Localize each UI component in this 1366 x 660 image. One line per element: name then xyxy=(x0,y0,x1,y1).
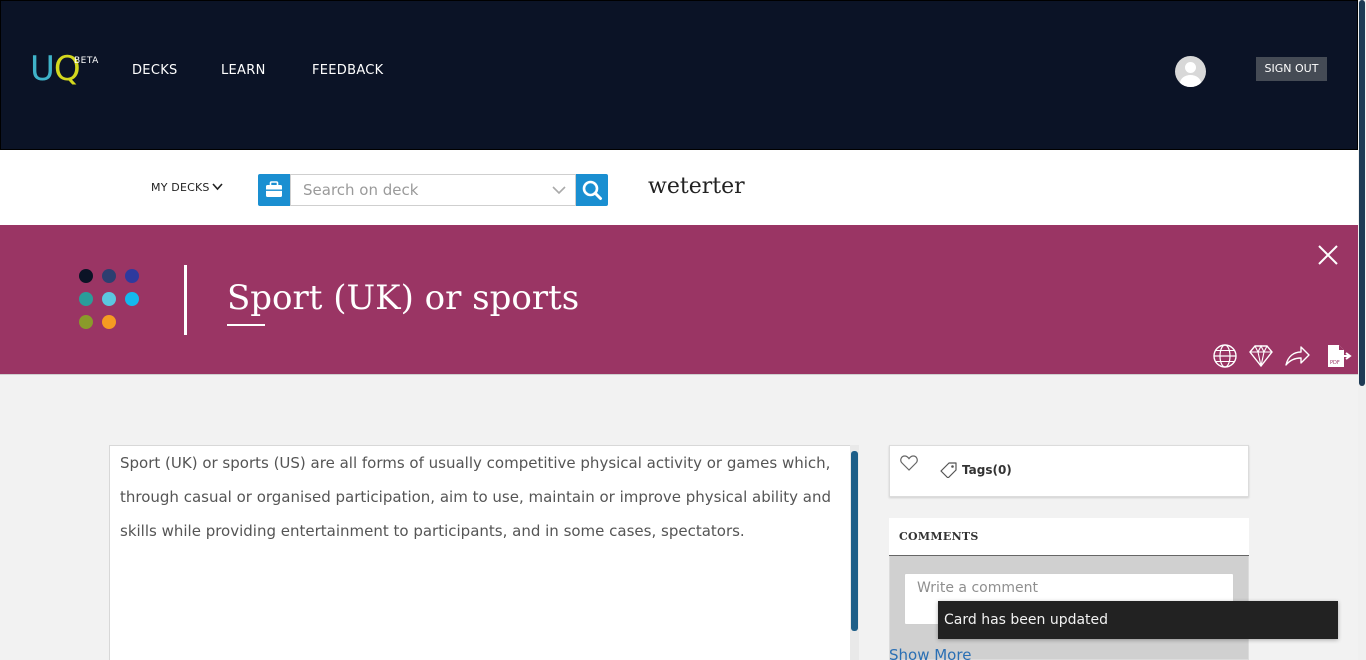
chevron-down-icon[interactable] xyxy=(552,185,566,195)
palette-dot xyxy=(125,269,139,283)
search-button[interactable] xyxy=(576,174,608,206)
briefcase-icon xyxy=(266,181,282,197)
avatar-head xyxy=(1185,62,1196,73)
search-icon xyxy=(582,180,602,200)
content-scrollbar[interactable] xyxy=(850,445,859,660)
heart-icon[interactable] xyxy=(900,455,918,471)
card-title: Sport (UK) or sports xyxy=(227,278,580,318)
my-decks-label: MY DECKS xyxy=(151,181,210,194)
chevron-down-icon xyxy=(212,183,223,191)
search-bar xyxy=(258,174,608,206)
current-deck-name: weterter xyxy=(648,174,745,199)
nav-decks[interactable]: DECKS xyxy=(132,63,178,78)
palette-dot xyxy=(102,269,116,283)
close-icon[interactable] xyxy=(1316,243,1340,267)
deck-filter-button[interactable] xyxy=(258,174,290,206)
share-icon[interactable] xyxy=(1284,343,1310,369)
palette-dot xyxy=(79,269,93,283)
content-scrollbar-thumb[interactable] xyxy=(851,451,858,631)
nav-learn[interactable]: LEARN xyxy=(221,63,266,78)
avatar[interactable] xyxy=(1175,56,1206,87)
search-input[interactable] xyxy=(290,174,576,206)
beta-badge: BETA xyxy=(74,56,99,66)
export-pdf-icon[interactable]: PDF xyxy=(1325,343,1353,369)
palette-dot xyxy=(102,315,116,329)
toast-notification: Card has been updated xyxy=(938,601,1338,639)
logo[interactable]: UQ xyxy=(30,52,81,86)
page-scrollbar-thumb[interactable] xyxy=(1359,0,1365,386)
page-scrollbar[interactable] xyxy=(1358,0,1366,660)
banner-divider xyxy=(184,265,187,335)
tags-button[interactable]: Tags(0) xyxy=(962,463,1012,477)
svg-text:PDF: PDF xyxy=(1330,360,1340,366)
card-banner xyxy=(0,225,1358,375)
my-decks-dropdown[interactable]: MY DECKS xyxy=(151,181,223,194)
palette-dot xyxy=(102,292,116,306)
nav-feedback[interactable]: FEEDBACK xyxy=(312,63,384,78)
globe-icon[interactable] xyxy=(1212,343,1238,369)
diamond-icon[interactable] xyxy=(1248,343,1274,369)
palette-dot xyxy=(125,292,139,306)
tag-icon xyxy=(940,462,957,478)
comments-title: COMMENTS xyxy=(899,530,979,543)
title-underline xyxy=(227,324,265,326)
sign-out-button[interactable]: SIGN OUT xyxy=(1256,57,1327,81)
show-more-link[interactable]: Show More xyxy=(889,646,971,660)
top-navbar xyxy=(0,0,1358,150)
palette-dot xyxy=(79,315,93,329)
avatar-body xyxy=(1180,75,1201,87)
palette-dot xyxy=(79,292,93,306)
card-body-text: Sport (UK) or sports (US) are all forms … xyxy=(120,454,832,540)
